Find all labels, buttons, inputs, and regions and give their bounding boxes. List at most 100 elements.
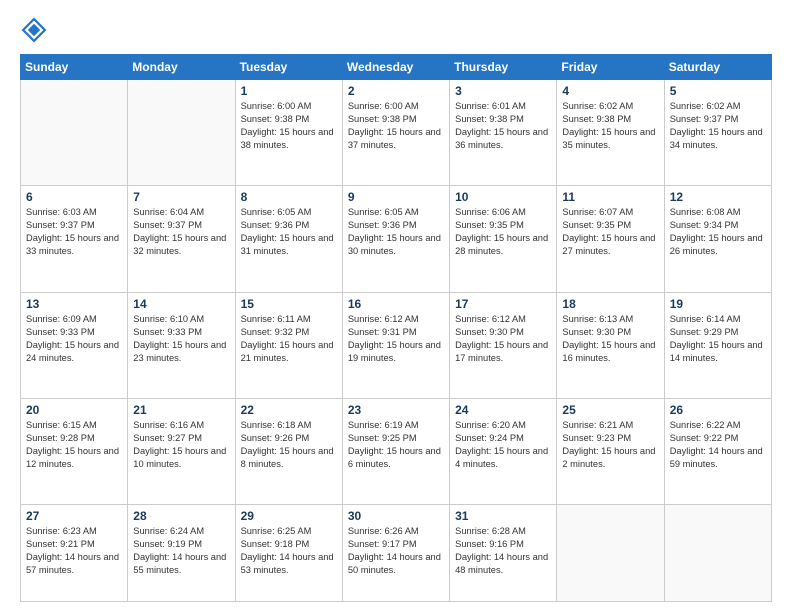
calendar-cell: 12 Sunrise: 6:08 AMSunset: 9:34 PMDayligh… xyxy=(664,186,771,292)
calendar-cell: 2 Sunrise: 6:00 AMSunset: 9:38 PMDaylight… xyxy=(342,80,449,186)
day-info: Sunrise: 6:11 AMSunset: 9:32 PMDaylight:… xyxy=(241,313,337,365)
calendar-cell: 30Sunrise: 6:26 AMSunset: 9:17 PMDayligh… xyxy=(342,505,449,602)
day-info: Sunrise: 6:20 AMSunset: 9:24 PMDaylight:… xyxy=(455,419,551,471)
weekday-header-row: SundayMondayTuesdayWednesdayThursdayFrid… xyxy=(21,55,772,80)
day-info: Sunrise: 6:19 AMSunset: 9:25 PMDaylight:… xyxy=(348,419,444,471)
calendar-week-row: 1Sunrise: 6:00 AMSunset: 9:38 PMDaylight… xyxy=(21,80,772,186)
day-info: Sunrise: 6:23 AMSunset: 9:21 PMDaylight:… xyxy=(26,525,122,577)
calendar-cell xyxy=(21,80,128,186)
day-number: 5 xyxy=(670,84,766,98)
weekday-header: Wednesday xyxy=(342,55,449,80)
calendar-cell: 3 Sunrise: 6:01 AMSunset: 9:38 PMDaylight… xyxy=(450,80,557,186)
calendar-cell xyxy=(664,505,771,602)
calendar-cell: 27 Sunrise: 6:23 AMSunset: 9:21 PMDayligh… xyxy=(21,505,128,602)
day-info: Sunrise: 6:28 AMSunset: 9:16 PMDaylight:… xyxy=(455,525,551,577)
day-info: Sunrise: 6:25 AMSunset: 9:18 PMDaylight:… xyxy=(241,525,337,577)
calendar-cell: 18 Sunrise: 6:13 AMSunset: 9:30 PMDayligh… xyxy=(557,292,664,398)
calendar-cell: 16Sunrise: 6:12 AMSunset: 9:31 PMDayligh… xyxy=(342,292,449,398)
logo-icon xyxy=(20,16,48,44)
day-number: 23 xyxy=(348,403,444,417)
calendar-week-row: 20 Sunrise: 6:15 AMSunset: 9:28 PMDayligh… xyxy=(21,398,772,504)
calendar-cell: 9 Sunrise: 6:05 AMSunset: 9:36 PMDaylight… xyxy=(342,186,449,292)
day-number: 19 xyxy=(670,297,766,311)
day-number: 31 xyxy=(455,509,551,523)
day-number: 14 xyxy=(133,297,229,311)
day-info: Sunrise: 6:12 AMSunset: 9:31 PMDaylight:… xyxy=(348,313,444,365)
day-number: 3 xyxy=(455,84,551,98)
day-number: 24 xyxy=(455,403,551,417)
calendar-cell: 1Sunrise: 6:00 AMSunset: 9:38 PMDaylight… xyxy=(235,80,342,186)
day-number: 27 xyxy=(26,509,122,523)
day-number: 6 xyxy=(26,190,122,204)
day-info: Sunrise: 6:08 AMSunset: 9:34 PMDaylight:… xyxy=(670,206,766,258)
calendar-cell: 21 Sunrise: 6:16 AMSunset: 9:27 PMDayligh… xyxy=(128,398,235,504)
day-info: Sunrise: 6:02 AMSunset: 9:38 PMDaylight:… xyxy=(562,100,658,152)
calendar: SundayMondayTuesdayWednesdayThursdayFrid… xyxy=(20,54,772,602)
calendar-cell: 10 Sunrise: 6:06 AMSunset: 9:35 PMDayligh… xyxy=(450,186,557,292)
day-number: 18 xyxy=(562,297,658,311)
day-number: 2 xyxy=(348,84,444,98)
day-info: Sunrise: 6:00 AMSunset: 9:38 PMDaylight:… xyxy=(348,100,444,152)
day-number: 12 xyxy=(670,190,766,204)
day-info: Sunrise: 6:16 AMSunset: 9:27 PMDaylight:… xyxy=(133,419,229,471)
calendar-cell: 28Sunrise: 6:24 AMSunset: 9:19 PMDayligh… xyxy=(128,505,235,602)
day-info: Sunrise: 6:14 AMSunset: 9:29 PMDaylight:… xyxy=(670,313,766,365)
weekday-header: Tuesday xyxy=(235,55,342,80)
day-number: 10 xyxy=(455,190,551,204)
calendar-week-row: 13 Sunrise: 6:09 AMSunset: 9:33 PMDayligh… xyxy=(21,292,772,398)
day-number: 15 xyxy=(241,297,337,311)
calendar-cell: 19 Sunrise: 6:14 AMSunset: 9:29 PMDayligh… xyxy=(664,292,771,398)
calendar-cell: 20 Sunrise: 6:15 AMSunset: 9:28 PMDayligh… xyxy=(21,398,128,504)
calendar-cell: 25 Sunrise: 6:21 AMSunset: 9:23 PMDayligh… xyxy=(557,398,664,504)
day-info: Sunrise: 6:01 AMSunset: 9:38 PMDaylight:… xyxy=(455,100,551,152)
day-number: 11 xyxy=(562,190,658,204)
day-info: Sunrise: 6:02 AMSunset: 9:37 PMDaylight:… xyxy=(670,100,766,152)
logo xyxy=(20,16,52,44)
day-number: 22 xyxy=(241,403,337,417)
day-number: 20 xyxy=(26,403,122,417)
weekday-header: Thursday xyxy=(450,55,557,80)
day-number: 28 xyxy=(133,509,229,523)
weekday-header: Sunday xyxy=(21,55,128,80)
day-number: 17 xyxy=(455,297,551,311)
day-info: Sunrise: 6:12 AMSunset: 9:30 PMDaylight:… xyxy=(455,313,551,365)
day-info: Sunrise: 6:13 AMSunset: 9:30 PMDaylight:… xyxy=(562,313,658,365)
calendar-cell: 11Sunrise: 6:07 AMSunset: 9:35 PMDayligh… xyxy=(557,186,664,292)
calendar-cell: 23 Sunrise: 6:19 AMSunset: 9:25 PMDayligh… xyxy=(342,398,449,504)
day-number: 8 xyxy=(241,190,337,204)
day-number: 21 xyxy=(133,403,229,417)
calendar-cell: 26Sunrise: 6:22 AMSunset: 9:22 PMDayligh… xyxy=(664,398,771,504)
day-number: 7 xyxy=(133,190,229,204)
day-info: Sunrise: 6:10 AMSunset: 9:33 PMDaylight:… xyxy=(133,313,229,365)
day-info: Sunrise: 6:09 AMSunset: 9:33 PMDaylight:… xyxy=(26,313,122,365)
calendar-cell: 22 Sunrise: 6:18 AMSunset: 9:26 PMDayligh… xyxy=(235,398,342,504)
calendar-cell: 31 Sunrise: 6:28 AMSunset: 9:16 PMDayligh… xyxy=(450,505,557,602)
day-info: Sunrise: 6:00 AMSunset: 9:38 PMDaylight:… xyxy=(241,100,337,152)
calendar-cell: 13 Sunrise: 6:09 AMSunset: 9:33 PMDayligh… xyxy=(21,292,128,398)
calendar-cell: 17 Sunrise: 6:12 AMSunset: 9:30 PMDayligh… xyxy=(450,292,557,398)
day-info: Sunrise: 6:05 AMSunset: 9:36 PMDaylight:… xyxy=(348,206,444,258)
day-info: Sunrise: 6:22 AMSunset: 9:22 PMDaylight:… xyxy=(670,419,766,471)
calendar-cell: 14 Sunrise: 6:10 AMSunset: 9:33 PMDayligh… xyxy=(128,292,235,398)
day-number: 13 xyxy=(26,297,122,311)
day-number: 29 xyxy=(241,509,337,523)
day-number: 25 xyxy=(562,403,658,417)
calendar-cell: 24 Sunrise: 6:20 AMSunset: 9:24 PMDayligh… xyxy=(450,398,557,504)
day-info: Sunrise: 6:06 AMSunset: 9:35 PMDaylight:… xyxy=(455,206,551,258)
day-number: 9 xyxy=(348,190,444,204)
day-info: Sunrise: 6:04 AMSunset: 9:37 PMDaylight:… xyxy=(133,206,229,258)
calendar-cell: 8Sunrise: 6:05 AMSunset: 9:36 PMDaylight… xyxy=(235,186,342,292)
calendar-cell: 15 Sunrise: 6:11 AMSunset: 9:32 PMDayligh… xyxy=(235,292,342,398)
calendar-cell: 7 Sunrise: 6:04 AMSunset: 9:37 PMDaylight… xyxy=(128,186,235,292)
calendar-week-row: 27 Sunrise: 6:23 AMSunset: 9:21 PMDayligh… xyxy=(21,505,772,602)
calendar-cell: 29 Sunrise: 6:25 AMSunset: 9:18 PMDayligh… xyxy=(235,505,342,602)
calendar-cell: 6 Sunrise: 6:03 AMSunset: 9:37 PMDaylight… xyxy=(21,186,128,292)
day-info: Sunrise: 6:03 AMSunset: 9:37 PMDaylight:… xyxy=(26,206,122,258)
day-info: Sunrise: 6:18 AMSunset: 9:26 PMDaylight:… xyxy=(241,419,337,471)
day-number: 30 xyxy=(348,509,444,523)
weekday-header: Saturday xyxy=(664,55,771,80)
day-info: Sunrise: 6:21 AMSunset: 9:23 PMDaylight:… xyxy=(562,419,658,471)
day-info: Sunrise: 6:15 AMSunset: 9:28 PMDaylight:… xyxy=(26,419,122,471)
calendar-cell: 4Sunrise: 6:02 AMSunset: 9:38 PMDaylight… xyxy=(557,80,664,186)
calendar-week-row: 6 Sunrise: 6:03 AMSunset: 9:37 PMDaylight… xyxy=(21,186,772,292)
